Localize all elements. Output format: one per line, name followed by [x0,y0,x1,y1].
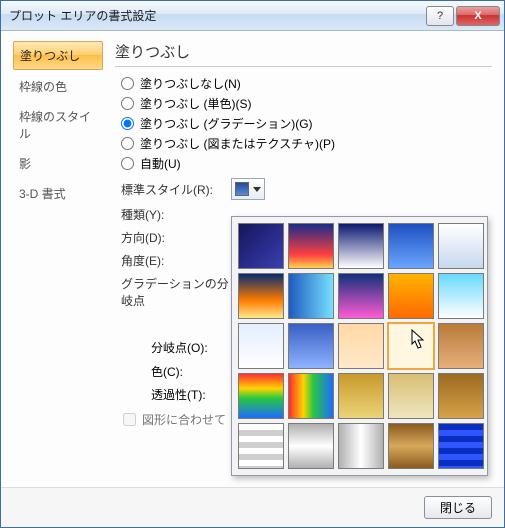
palette-swatch[interactable] [388,223,434,269]
radio-gradient[interactable]: 塗りつぶし (グラデーション)(G) [121,115,492,132]
palette-swatch[interactable] [338,323,384,369]
shape-fit-checkbox [123,413,136,426]
radio-solid[interactable]: 塗りつぶし (単色)(S) [121,95,492,112]
radio-solid-input[interactable] [121,97,134,110]
radio-auto-input[interactable] [121,157,134,170]
titlebar: プロット エリアの書式設定 ? X [1,1,504,31]
palette-swatch[interactable] [288,223,334,269]
chevron-down-icon [253,187,261,192]
title-text: プロット エリアの書式設定 [9,7,424,24]
palette-swatch[interactable] [288,423,334,469]
palette-swatch[interactable] [438,373,484,419]
palette-swatch[interactable] [338,223,384,269]
dialog-window: プロット エリアの書式設定 ? X 塗りつぶし 枠線の色 枠線のスタイル 影 3… [0,0,505,528]
palette-swatch[interactable] [338,273,384,319]
palette-swatch[interactable] [288,373,334,419]
gradient-palette[interactable] [231,216,488,476]
help-button[interactable]: ? [426,6,454,26]
palette-swatch[interactable] [388,423,434,469]
palette-swatch[interactable] [388,323,434,369]
label-direction: 方向(D): [121,229,231,246]
label-angle: 角度(E): [121,252,231,269]
palette-swatch[interactable] [238,273,284,319]
sidebar-item-3d[interactable]: 3-D 書式 [13,180,103,207]
dialog-body: 塗りつぶし 枠線の色 枠線のスタイル 影 3-D 書式 塗りつぶし 塗りつぶしな… [1,31,504,487]
style-dropdown[interactable] [231,178,265,200]
palette-swatch[interactable] [338,373,384,419]
palette-swatch[interactable] [438,423,484,469]
palette-swatch[interactable] [288,273,334,319]
radio-none-input[interactable] [121,77,134,90]
palette-swatch[interactable] [388,273,434,319]
label-transparency: 透過性(T): [151,386,231,403]
palette-swatch[interactable] [338,423,384,469]
row-style: 標準スタイル(R): [121,178,492,200]
sidebar-item-border-style[interactable]: 枠線のスタイル [13,103,103,147]
palette-swatch[interactable] [388,373,434,419]
style-swatch [235,182,249,196]
radio-picture[interactable]: 塗りつぶし (図またはテクスチャ)(P) [121,135,492,152]
sidebar-item-fill[interactable]: 塗りつぶし [13,41,103,70]
palette-swatch[interactable] [438,223,484,269]
palette-swatch[interactable] [438,273,484,319]
sidebar: 塗りつぶし 枠線の色 枠線のスタイル 影 3-D 書式 [13,41,103,481]
radio-picture-input[interactable] [121,137,134,150]
label-stop-pos: 分岐点(O): [151,339,231,356]
palette-swatch[interactable] [438,323,484,369]
divider [115,66,492,67]
close-button[interactable]: X [456,6,500,26]
palette-swatch[interactable] [288,323,334,369]
radio-gradient-input[interactable] [121,117,134,130]
palette-swatch[interactable] [238,423,284,469]
radio-auto[interactable]: 自動(U) [121,155,492,172]
sidebar-item-shadow[interactable]: 影 [13,150,103,177]
label-color: 色(C): [151,363,231,380]
radio-none[interactable]: 塗りつぶしなし(N) [121,75,492,92]
sidebar-item-border-color[interactable]: 枠線の色 [13,73,103,100]
palette-swatch[interactable] [238,223,284,269]
footer: 閉じる [1,487,504,527]
label-style: 標準スタイル(R): [121,181,231,198]
label-type: 種類(Y): [121,206,231,223]
close-dialog-button[interactable]: 閉じる [424,496,492,519]
palette-swatch[interactable] [238,323,284,369]
panel-heading: 塗りつぶし [115,41,492,62]
label-stops: グラデーションの分岐点 [121,275,231,309]
palette-swatch[interactable] [238,373,284,419]
